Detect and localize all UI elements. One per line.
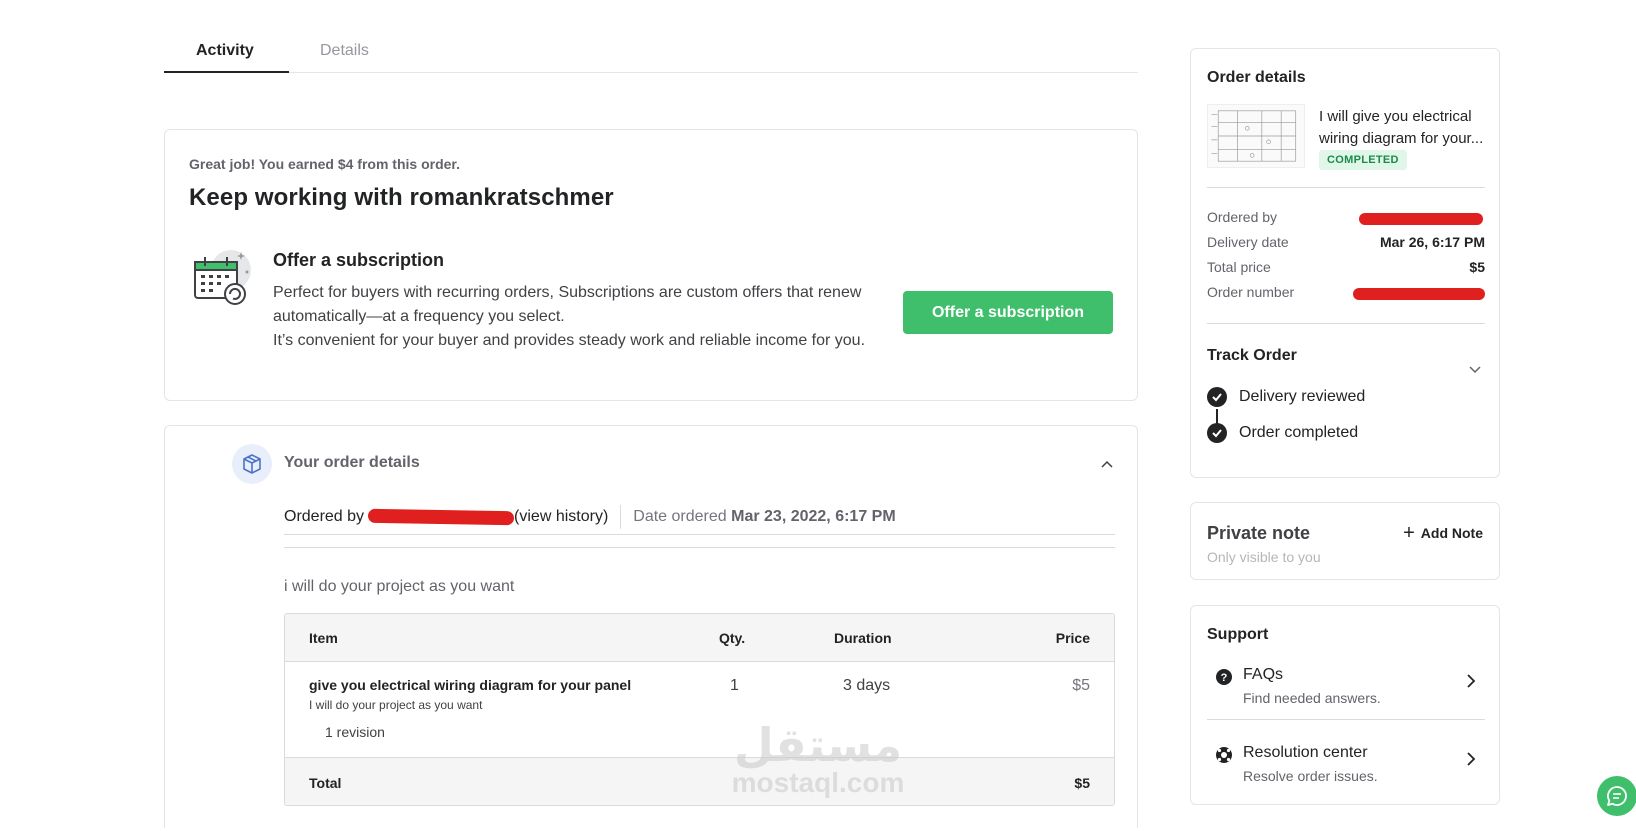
private-note-title: Private note (1207, 523, 1311, 543)
date-ordered-value: Mar 23, 2022, 6:17 PM (731, 508, 896, 525)
chevron-right-icon (1467, 752, 1476, 766)
tab-bar: Activity Details (164, 30, 1138, 73)
package-icon-wrapper (232, 444, 272, 484)
subscription-card: Great job! You earned $4 from this order… (164, 129, 1138, 401)
private-note-card: Private note Only visible to you + Add N… (1190, 502, 1500, 580)
keep-working-headline: Keep working with romankratschmer (189, 184, 614, 211)
chevron-down-icon[interactable] (1467, 361, 1483, 377)
meta-separator (620, 505, 622, 529)
chat-button[interactable] (1597, 776, 1636, 816)
tab-activity[interactable]: Activity (196, 42, 254, 60)
delivery-date-label: Delivery date (1207, 234, 1289, 250)
divider (1207, 187, 1485, 188)
offer-subscription-title: Offer a subscription (273, 250, 445, 270)
svg-text:?: ? (1221, 672, 1228, 684)
table-row: give you electrical wiring diagram for y… (285, 662, 1114, 757)
gig-title-link[interactable]: I will give you electrical wiring diagra… (1319, 106, 1487, 150)
sidebar-order-details: Order details I will give you electrical… (1190, 48, 1500, 478)
package-icon (243, 454, 261, 474)
item-revision: 1 revision (325, 724, 385, 740)
header-qty: Qty. (719, 630, 746, 646)
offer-subscription-description: Perfect for buyers with recurring orders… (273, 281, 873, 353)
table-total-row: Total $5 (285, 757, 1114, 805)
support-item-desc: Find needed answers. (1243, 690, 1381, 706)
divider (1207, 719, 1485, 720)
order-items-table: Item Qty. Duration Price give you electr… (284, 613, 1115, 806)
total-value: $5 (1074, 775, 1090, 791)
track-order-title[interactable]: Track Order (1207, 347, 1297, 365)
active-tab-indicator (164, 71, 289, 73)
table-header: Item Qty. Duration Price (285, 614, 1114, 662)
support-item-label: Resolution center (1243, 744, 1368, 761)
lifebuoy-icon (1216, 747, 1232, 763)
offer-subscription-button[interactable]: Offer a subscription (903, 291, 1113, 334)
offer-desc-line-2: It’s convenient for your buyer and provi… (273, 332, 866, 349)
support-item-desc: Resolve order issues. (1243, 768, 1378, 784)
plus-icon: + (1403, 522, 1415, 544)
track-step-order-completed: Order completed (1207, 423, 1358, 443)
total-price-value: $5 (1469, 259, 1485, 275)
item-duration: 3 days (843, 677, 891, 694)
order-number-row: Order number (1207, 284, 1485, 304)
divider (284, 547, 1115, 548)
order-details-card: Your order details Ordered by (view hist… (164, 425, 1138, 828)
support-card: Support ? FAQs Find needed answers. Reso… (1190, 605, 1500, 805)
item-name: give you electrical wiring diagram for y… (309, 677, 632, 693)
track-step-delivery-reviewed: Delivery reviewed (1207, 387, 1365, 407)
item-price: $5 (1072, 677, 1090, 694)
status-badge: COMPLETED (1319, 150, 1407, 170)
redacted-order-number (1353, 288, 1485, 300)
track-step-label: Delivery reviewed (1239, 388, 1366, 405)
offer-desc-line-1: Perfect for buyers with recurring orders… (273, 284, 862, 325)
support-item-resolution-center[interactable]: Resolution center Resolve order issues. (1207, 742, 1485, 802)
header-price: Price (1055, 630, 1090, 646)
project-description: i will do your project as you want (284, 578, 515, 595)
delivery-date-row: Delivery date Mar 26, 6:17 PM (1207, 234, 1485, 254)
support-title: Support (1207, 626, 1269, 643)
divider (1207, 323, 1485, 324)
add-note-button[interactable]: + Add Note (1403, 522, 1483, 544)
support-item-label: FAQs (1243, 666, 1284, 683)
chevron-up-icon[interactable] (1099, 456, 1115, 472)
support-item-faqs[interactable]: ? FAQs Find needed answers. (1207, 664, 1485, 724)
calendar-refresh-icon (194, 250, 251, 305)
total-price-label: Total price (1207, 259, 1271, 275)
question-circle-icon: ? (1216, 669, 1232, 685)
redacted-buyer (1359, 213, 1483, 225)
track-step-label: Order completed (1239, 424, 1359, 441)
order-meta-row: Ordered by (view history) Date ordered M… (284, 505, 896, 529)
check-circle-icon (1207, 423, 1227, 443)
date-ordered-label: Date ordered (633, 508, 727, 525)
header-item: Item (309, 630, 338, 646)
ordered-by-row: Ordered by (1207, 209, 1485, 229)
private-note-subtitle: Only visible to you (1207, 549, 1321, 565)
earned-message: Great job! You earned $4 from this order… (189, 156, 460, 172)
header-duration: Duration (834, 630, 892, 646)
delivery-date-value: Mar 26, 6:17 PM (1379, 234, 1485, 250)
redacted-buyer-name (367, 508, 515, 526)
chevron-right-icon (1467, 674, 1476, 688)
add-note-label: Add Note (1420, 525, 1483, 541)
ordered-by-label: Ordered by (1207, 209, 1278, 225)
item-qty: 1 (730, 677, 739, 694)
total-price-row: Total price $5 (1207, 259, 1485, 279)
total-label: Total (309, 775, 342, 791)
chat-bubble-icon (1607, 786, 1627, 806)
sidebar-order-title: Order details (1207, 69, 1306, 86)
check-circle-icon (1207, 387, 1227, 407)
divider (284, 534, 1115, 535)
order-details-heading: Your order details (284, 454, 420, 471)
gig-thumbnail[interactable] (1207, 104, 1305, 168)
view-history-link[interactable]: (view history) (514, 508, 608, 526)
order-number-label: Order number (1207, 284, 1295, 300)
tab-details[interactable]: Details (320, 42, 369, 60)
item-subtitle: I will do your project as you want (309, 698, 483, 712)
ordered-by-label: Ordered by (284, 508, 365, 525)
